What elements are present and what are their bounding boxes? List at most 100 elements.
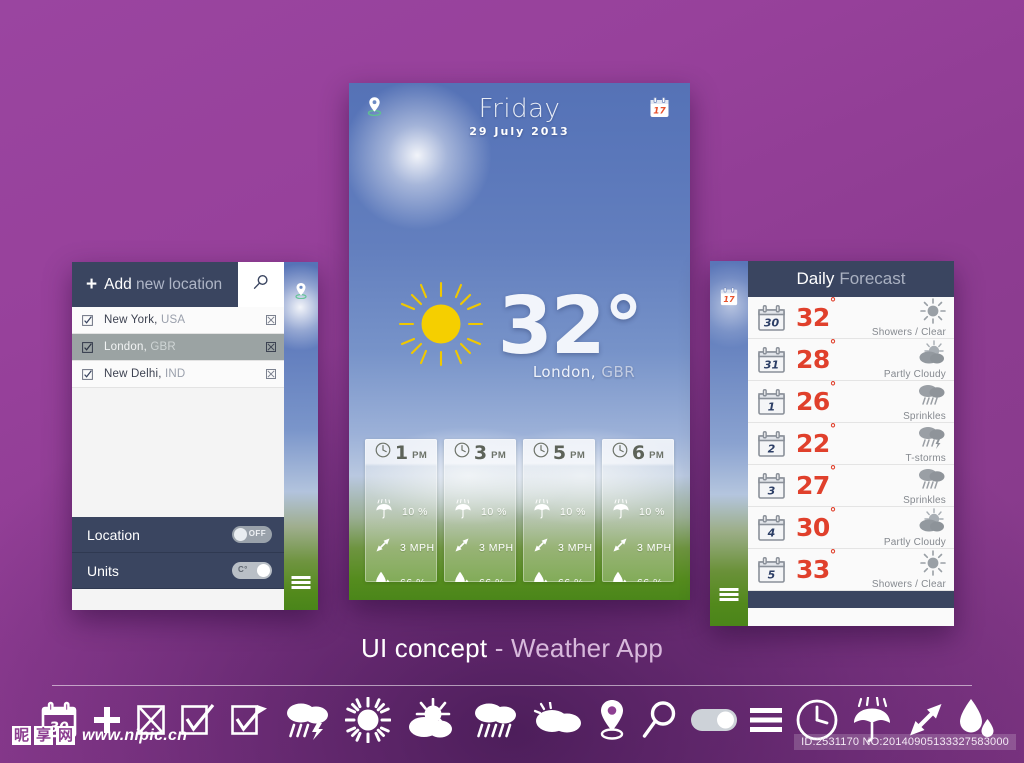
location-name: New Delhi, IND [104, 368, 186, 380]
toggle-state-label: OFF [248, 529, 266, 538]
clock-icon [612, 442, 628, 463]
table-row[interactable]: 31 28° Partly Cloudy [748, 339, 954, 381]
day-condition-block: T-storms [906, 424, 947, 464]
edit-check-icon[interactable] [82, 314, 104, 326]
list-item[interactable]: New Delhi, IND [72, 361, 284, 388]
search-icon [253, 274, 269, 295]
caption-strong: UI concept [360, 633, 488, 663]
location-pin-icon [597, 699, 627, 741]
calendar-icon[interactable]: 17 [649, 97, 670, 124]
umbrella-rain-icon [533, 499, 551, 524]
humidity-row: 66 % [375, 571, 437, 582]
screen-bottom-bar [72, 589, 284, 609]
table-row[interactable]: 3 27° Sprinkles [748, 465, 954, 507]
hourly-card[interactable]: 1 PM 10 % 3 MPH [365, 439, 437, 582]
add-location-bar: + Add new location [72, 262, 284, 307]
day-condition-block: Sprinkles [903, 382, 946, 422]
table-row[interactable]: 2 22° T-storms [748, 423, 954, 465]
calendar-date-icon: 3 [758, 472, 790, 499]
cloud-icon [533, 702, 583, 738]
list-item[interactable]: London, GBR [72, 334, 284, 361]
hourly-card-body: 10 % 3 MPH 66 % [602, 466, 674, 582]
delete-x-icon[interactable] [260, 369, 276, 379]
wind-value: 3 MPH [400, 541, 435, 554]
humidity-drops-icon [454, 571, 470, 582]
sun-icon [345, 697, 392, 743]
hourly-ampm: PM [491, 450, 507, 461]
day-condition: Showers / Clear [871, 326, 946, 338]
hourly-card[interactable]: 3 PM 10 % 3 MPH [444, 439, 516, 582]
humidity-value: 66 % [479, 577, 505, 583]
units-toggle[interactable]: C° [232, 562, 272, 579]
day-condition: Showers / Clear [871, 578, 946, 590]
toggle-state-label: C° [238, 565, 248, 574]
hamburger-menu-icon[interactable] [719, 588, 739, 606]
wind-arrow-icon [533, 537, 549, 558]
screen-bottom-bar [748, 591, 954, 608]
day-condition: Sprinkles [903, 410, 946, 422]
check-box-arrow-icon [230, 704, 270, 736]
day-temperature: 28° [796, 337, 836, 374]
add-new-location-button[interactable]: + Add new location [72, 262, 238, 307]
left-phone-weather-strip [284, 262, 318, 610]
table-row[interactable]: 5 33° Showers / Clear [748, 549, 954, 591]
watermark-url: www.nipic.cn [82, 726, 188, 744]
table-row[interactable]: 4 30° Partly Cloudy [748, 507, 954, 549]
precipitation-value: 10 % [402, 505, 428, 518]
precipitation-row: 10 % [612, 499, 674, 524]
day-temperature: 26° [796, 379, 836, 416]
day-temperature: 33° [796, 547, 836, 584]
search-button[interactable] [238, 262, 284, 307]
location-toggle[interactable]: OFF [232, 526, 272, 543]
hourly-ampm: PM [570, 450, 586, 461]
hourly-card-header: 5 PM [523, 439, 595, 466]
setting-row-units[interactable]: Units C° [72, 553, 284, 589]
sun-icon [398, 281, 484, 372]
setting-row-location[interactable]: Location OFF [72, 517, 284, 553]
wind-row: 3 MPH [612, 537, 674, 558]
search-icon [641, 700, 677, 740]
hourly-card-header: 3 PM [444, 439, 516, 466]
date-block: Friday 29 July 2013 [349, 94, 690, 138]
day-condition-block: Partly Cloudy [884, 339, 946, 380]
humidity-row: 66 % [454, 571, 516, 582]
clock-icon [375, 442, 391, 463]
table-row[interactable]: 30 32° Showers / Clear [748, 297, 954, 339]
wind-row: 3 MPH [533, 537, 595, 558]
table-row[interactable]: 1 26° Sprinkles [748, 381, 954, 423]
calendar-date-icon: 30 [758, 304, 790, 331]
location-pin-icon[interactable] [295, 282, 308, 304]
list-item[interactable]: New York, USA [72, 307, 284, 334]
right-phone-weather-strip: 17 [710, 261, 748, 626]
hourly-card[interactable]: 5 PM 10 % 3 MPH [523, 439, 595, 582]
calendar-icon[interactable]: 17 [720, 287, 739, 312]
storm-cloud-icon [916, 424, 946, 455]
precipitation-value: 10 % [639, 505, 665, 518]
sun-cloud-icon [916, 339, 946, 371]
page-title-caption: UI concept - Weather App [0, 633, 1024, 664]
day-condition-block: Sprinkles [903, 466, 946, 506]
wind-row: 3 MPH [375, 537, 437, 558]
edit-check-icon[interactable] [82, 368, 104, 380]
wind-arrow-icon [454, 537, 470, 558]
day-condition: T-storms [905, 452, 946, 464]
precipitation-value: 10 % [560, 505, 586, 518]
footer-divider [52, 685, 972, 686]
hourly-hour: 3 [473, 441, 488, 464]
delete-x-icon[interactable] [260, 315, 276, 325]
current-temperature: 32° London, GBR [497, 280, 643, 382]
delete-x-icon[interactable] [260, 342, 276, 352]
umbrella-rain-icon [375, 499, 393, 524]
add-location-label: Add new location [104, 275, 223, 293]
edit-check-icon[interactable] [82, 341, 104, 353]
title-strong: Daily [796, 269, 835, 288]
sun-icon [920, 549, 946, 581]
rain-cloud-icon [471, 699, 519, 741]
wind-arrow-icon [908, 702, 944, 738]
precipitation-row: 10 % [533, 499, 595, 524]
empty-list-area [72, 388, 284, 517]
sun-cloud-icon [916, 507, 946, 539]
hourly-card[interactable]: 6 PM 10 % 3 MPH [602, 439, 674, 582]
hamburger-menu-icon[interactable] [291, 576, 311, 594]
hamburger-menu-icon [750, 708, 783, 732]
